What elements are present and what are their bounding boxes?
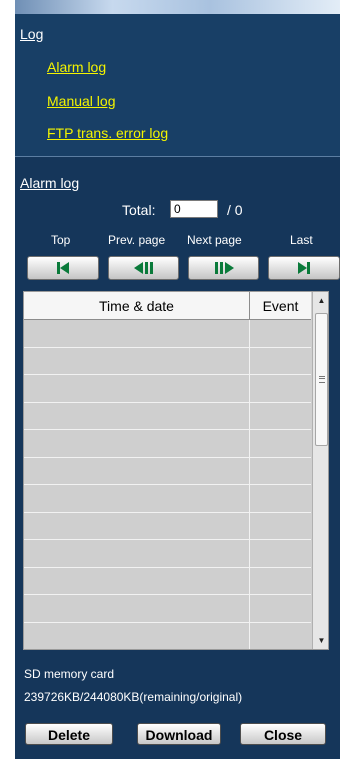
time-cell	[24, 485, 250, 512]
table-row[interactable]	[24, 320, 311, 348]
skip-to-first-icon	[57, 262, 69, 274]
download-button[interactable]: Download	[137, 723, 221, 745]
log-heading: Log	[20, 26, 44, 42]
time-date-column-header: Time & date	[24, 292, 250, 319]
time-cell	[24, 595, 250, 622]
sd-card-label: SD memory card	[24, 667, 115, 681]
table-row[interactable]	[24, 347, 311, 375]
ftp-error-log-link[interactable]: FTP trans. error log	[47, 125, 168, 141]
table-header: Time & date Event	[24, 292, 311, 320]
scroll-up-arrow-icon[interactable]: ▲	[313, 292, 328, 309]
prev-page-button[interactable]	[108, 256, 179, 280]
total-label: Total:	[122, 202, 156, 218]
prev-page-label: Prev. page	[108, 233, 166, 247]
time-cell	[24, 375, 250, 402]
table-body	[24, 320, 311, 649]
table-row[interactable]	[24, 430, 311, 458]
table-row[interactable]	[24, 595, 311, 623]
next-page-icon	[214, 262, 234, 274]
window-top-strip	[15, 0, 340, 14]
total-input[interactable]	[170, 200, 218, 218]
next-page-label: Next page	[187, 233, 242, 247]
top-label: Top	[51, 233, 71, 247]
total-of-label: / 0	[227, 202, 243, 218]
table-row[interactable]	[24, 402, 311, 430]
scrollbar-thumb[interactable]	[315, 313, 328, 446]
time-cell	[24, 512, 250, 539]
log-menu-section: Log Alarm log Manual log FTP trans. erro…	[15, 14, 340, 157]
sd-card-capacity: 239726KB/244080KB(remaining/original)	[24, 690, 243, 704]
last-button[interactable]	[268, 256, 340, 280]
event-column-header: Event	[262, 298, 299, 314]
grip-icon	[318, 376, 325, 383]
previous-page-icon	[133, 262, 153, 274]
table-row[interactable]	[24, 375, 311, 403]
table-row[interactable]	[24, 567, 311, 595]
table-row[interactable]	[24, 485, 311, 513]
time-cell	[24, 457, 250, 484]
alarm-log-table: Time & date Event ▲ ▼	[23, 291, 329, 650]
alarm-log-link[interactable]: Alarm log	[47, 59, 106, 75]
delete-button[interactable]: Delete	[25, 723, 113, 745]
time-cell	[24, 430, 250, 457]
log-panel: Log Alarm log Manual log FTP trans. erro…	[15, 0, 340, 759]
time-cell	[24, 347, 250, 374]
alarm-log-heading: Alarm log	[20, 175, 80, 191]
time-cell	[24, 567, 250, 594]
time-cell	[24, 402, 250, 429]
scroll-down-arrow-icon[interactable]: ▼	[313, 632, 328, 649]
next-page-button[interactable]	[188, 256, 259, 280]
last-label: Last	[290, 233, 313, 247]
close-button[interactable]: Close	[240, 723, 326, 745]
top-button[interactable]	[27, 256, 99, 280]
time-cell	[24, 320, 250, 347]
table-row[interactable]	[24, 540, 311, 568]
table-row[interactable]	[24, 512, 311, 540]
skip-to-last-icon	[298, 262, 310, 274]
time-cell	[24, 540, 250, 567]
table-row[interactable]	[24, 622, 311, 649]
time-cell	[24, 622, 250, 649]
table-row[interactable]	[24, 457, 311, 485]
table-scrollbar[interactable]: ▲ ▼	[312, 292, 328, 649]
manual-log-link[interactable]: Manual log	[47, 93, 116, 109]
